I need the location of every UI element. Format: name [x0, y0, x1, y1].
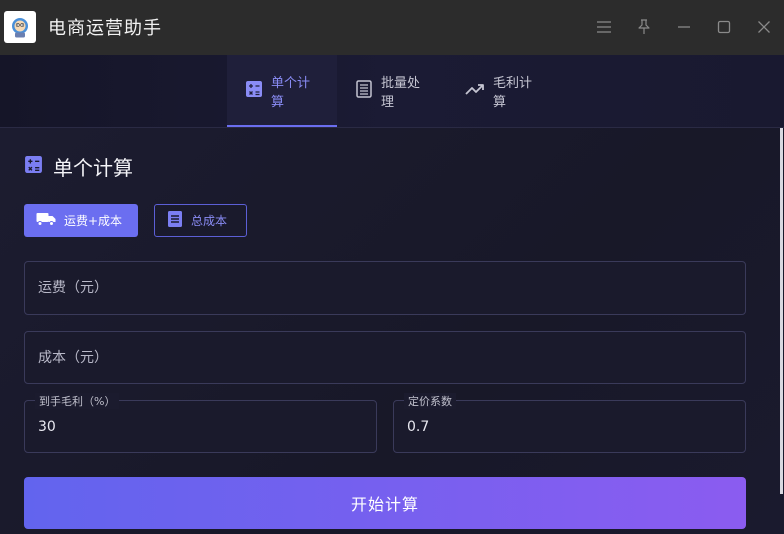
start-calc-button[interactable]: 开始计算 — [24, 477, 746, 529]
section-title: 单个计算 — [24, 152, 133, 181]
section-title-text: 单个计算 — [53, 156, 133, 180]
truck-icon — [36, 212, 56, 229]
mode-total-cost-button[interactable]: 总成本 — [154, 204, 247, 237]
coefficient-field: 定价系数 — [393, 393, 746, 453]
shipping-input[interactable] — [25, 262, 745, 314]
trending-up-icon — [465, 82, 485, 100]
calculator-icon — [245, 80, 263, 102]
title-bar: 电商运营助手 — [0, 0, 784, 55]
tab-label: 毛利计算 — [493, 76, 533, 110]
margin-field: 到手毛利（%） — [24, 393, 377, 453]
cost-input[interactable] — [25, 332, 745, 383]
tab-single-calc[interactable]: 单个计算 — [227, 55, 337, 127]
list-icon — [355, 80, 373, 102]
margin-label: 到手毛利（%） — [35, 393, 120, 409]
calculator-icon — [24, 155, 43, 179]
pin-icon[interactable] — [633, 16, 655, 38]
app-logo — [4, 11, 36, 43]
document-icon — [167, 210, 183, 231]
scrollbar[interactable] — [780, 128, 783, 494]
tab-margin-calc[interactable]: 毛利计算 — [447, 55, 559, 127]
cost-field — [24, 331, 746, 384]
close-icon[interactable] — [753, 16, 775, 38]
mode-label: 运费+成本 — [64, 214, 123, 228]
menu-icon[interactable] — [593, 16, 615, 38]
tab-label: 单个计算 — [271, 76, 311, 110]
mode-label: 总成本 — [191, 214, 228, 228]
coefficient-label: 定价系数 — [404, 393, 456, 409]
tab-batch[interactable]: 批量处理 — [337, 55, 449, 127]
minimize-icon[interactable] — [673, 16, 695, 38]
app-title: 电商运营助手 — [48, 18, 162, 39]
maximize-icon[interactable] — [713, 16, 735, 38]
tab-label: 批量处理 — [381, 76, 421, 110]
shipping-field — [24, 261, 746, 315]
tab-bar: 单个计算 批量处理 毛利计算 — [0, 55, 784, 128]
mode-shipping-cost-button[interactable]: 运费+成本 — [24, 204, 138, 237]
